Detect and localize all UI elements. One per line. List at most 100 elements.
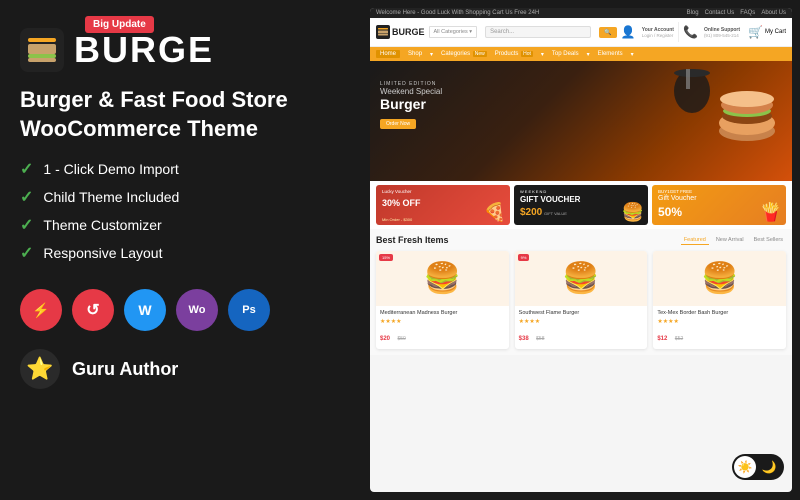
tagline: Burger & Fast Food Store WooCommerce The…	[20, 86, 350, 143]
preview-logo-icon	[376, 25, 390, 39]
author-avatar: ⭐	[20, 349, 60, 389]
hero-text: Limited Edition Weekend Special Burger O…	[380, 81, 442, 130]
ps-icon: Ps	[228, 289, 270, 331]
preview-hero: Limited Edition Weekend Special Burger O…	[370, 61, 792, 181]
preview-topbar: Welcome Here - Good Luck With Shopping C…	[370, 8, 792, 18]
product-orig-price-1: $50	[397, 336, 405, 342]
product-stars-1: ★★★★	[380, 318, 505, 325]
feature-item-1: ✓ 1 - Click Demo Import	[20, 159, 350, 179]
products-section-title: Best Fresh Items	[376, 235, 449, 245]
tab-best-sellers[interactable]: Best Sellers	[751, 236, 786, 245]
hero-order-button[interactable]: Order Now	[380, 119, 416, 129]
product-badge-2: 9%	[518, 254, 530, 261]
check-icon-2: ✓	[20, 187, 33, 207]
nav-categories: Categories New	[441, 51, 487, 57]
features-list: ✓ 1 - Click Demo Import ✓ Child Theme In…	[20, 159, 350, 271]
product-name-3: Tex-Mex Border Bash Burger	[657, 310, 782, 316]
feature-label-3: Theme Customizer	[43, 217, 161, 233]
product-card-2: 🍔 9% Southwest Flame Burger ★★★★ $38 $58	[515, 251, 648, 349]
products-section: Best Fresh Items Featured New Arrival Be…	[370, 229, 792, 355]
topbar-about: About Us	[761, 10, 786, 16]
preview-cart-label: My Cart	[765, 29, 786, 35]
preview-category-select: All Categories ▾	[429, 26, 478, 38]
product-orig-price-2: $58	[536, 336, 544, 342]
product-food-icon-1: 🍔	[424, 261, 461, 296]
tab-featured[interactable]: Featured	[681, 236, 709, 245]
nav-products: Products Hot	[495, 51, 533, 57]
voucher-card-3: BUY1GET FREE Gift Voucher 50% 🍟	[652, 185, 786, 225]
preview-nav: Home Shop ▾ Categories New Products Hot …	[370, 47, 792, 61]
toggle-dark-mode: 🌙	[758, 456, 780, 478]
preview-search-placeholder: Search...	[490, 29, 514, 35]
voucher-card-1: Lucky Voucher 30% OFF Min Order - $300 🍕	[376, 185, 510, 225]
tab-new-arrival[interactable]: New Arrival	[713, 236, 747, 245]
feature-item-3: ✓ Theme Customizer	[20, 215, 350, 235]
product-price-row-1: $20 $50	[380, 327, 505, 345]
voucher-label-1: Lucky Voucher	[382, 189, 412, 194]
dark-mode-toggle[interactable]: ☀️ 🌙	[732, 454, 784, 480]
left-panel: Big Update BURGE Burger & Fast Food Stor…	[0, 0, 370, 500]
voucher-sub-1: Min Order - $300	[382, 217, 412, 222]
hero-special-label: Weekend Special	[380, 87, 442, 96]
product-food-icon-3: 🍔	[701, 261, 738, 296]
author-row: ⭐ Guru Author	[20, 349, 350, 389]
burger-logo-icon	[20, 28, 64, 72]
check-icon-4: ✓	[20, 243, 33, 263]
product-image-2: 🍔 9%	[515, 251, 648, 306]
preview-header: BURGE All Categories ▾ Search... 🔍 👤 You…	[370, 18, 792, 47]
preview-search-button: 🔍	[599, 27, 616, 38]
voucher-off-3: 50%	[658, 205, 682, 219]
preview-support-label: Online Support	[704, 27, 740, 33]
topbar-links: Blog Contact Us FAQs About Us	[687, 10, 786, 16]
feature-label-4: Responsive Layout	[43, 245, 162, 261]
product-orig-price-3: $52	[675, 336, 683, 342]
check-icon-3: ✓	[20, 215, 33, 235]
feature-label-1: 1 - Click Demo Import	[43, 161, 178, 177]
product-image-3: 🍔	[653, 251, 786, 306]
big-update-badge: Big Update	[85, 16, 154, 33]
voucher-label-3: BUY1GET FREE	[658, 189, 692, 194]
voucher-food-icon-3: 🍟	[760, 202, 782, 223]
check-icon-1: ✓	[20, 159, 33, 179]
product-food-icon-2: 🍔	[562, 261, 599, 296]
product-price-3: $12	[657, 336, 667, 342]
voucher-title-2: GIFT VOUCHER	[520, 195, 580, 204]
preview-support: 📞 Online Support (91) 809-545-214	[683, 25, 740, 39]
product-name-2: Southwest Flame Burger	[519, 310, 644, 316]
product-card-3: 🍔 Tex-Mex Border Bash Burger ★★★★ $12 $5…	[653, 251, 786, 349]
voucher-food-icon-2: 🍔	[622, 202, 644, 223]
nav-topdeals: Top Deals	[552, 51, 579, 57]
product-price-1: $20	[380, 336, 390, 342]
topbar-welcome: Welcome Here - Good Luck With Shopping C…	[376, 10, 539, 16]
preview-inner: Welcome Here - Good Luck With Shopping C…	[370, 8, 792, 492]
elementor-icon: ⚡	[20, 289, 62, 331]
product-info-2: Southwest Flame Burger ★★★★ $38 $58	[515, 306, 648, 349]
feature-label-2: Child Theme Included	[43, 189, 179, 205]
feature-item-4: ✓ Responsive Layout	[20, 243, 350, 263]
preview-search-box: Search...	[485, 26, 591, 38]
toggle-light-mode: ☀️	[734, 456, 756, 478]
logo-text: BURGE	[74, 29, 214, 71]
product-badge-1: 15%	[379, 254, 393, 261]
product-name-1: Mediterranean Madness Burger	[380, 310, 505, 316]
update-icon: ↺	[72, 289, 114, 331]
product-image-1: 🍔 15%	[376, 251, 509, 306]
nav-elements: Elements	[598, 51, 623, 57]
voucher-sub-2: GIFT VALUE	[544, 211, 567, 216]
preview-account-sub: Login / Register	[642, 33, 674, 38]
preview-account: 👤 Your Account Login / Register	[621, 25, 674, 39]
preview-cart: 🛒 My Cart	[748, 25, 786, 39]
product-stars-2: ★★★★	[519, 318, 644, 325]
wordpress-icon: W	[124, 289, 166, 331]
preview-logo-text: BURGE	[392, 27, 425, 37]
topbar-contact: Contact Us	[705, 10, 735, 16]
products-grid: 🍔 15% Mediterranean Madness Burger ★★★★ …	[376, 251, 786, 349]
theme-preview: Welcome Here - Good Luck With Shopping C…	[370, 8, 792, 492]
voucher-title-3: Gift Voucher	[658, 195, 697, 202]
logo-row: BURGE	[20, 28, 350, 72]
nav-shop: Shop	[408, 51, 422, 57]
voucher-row: Lucky Voucher 30% OFF Min Order - $300 🍕…	[370, 181, 792, 229]
preview-account-label: Your Account	[642, 27, 674, 33]
product-info-1: Mediterranean Madness Burger ★★★★ $20 $5…	[376, 306, 509, 349]
topbar-blog: Blog	[687, 10, 699, 16]
